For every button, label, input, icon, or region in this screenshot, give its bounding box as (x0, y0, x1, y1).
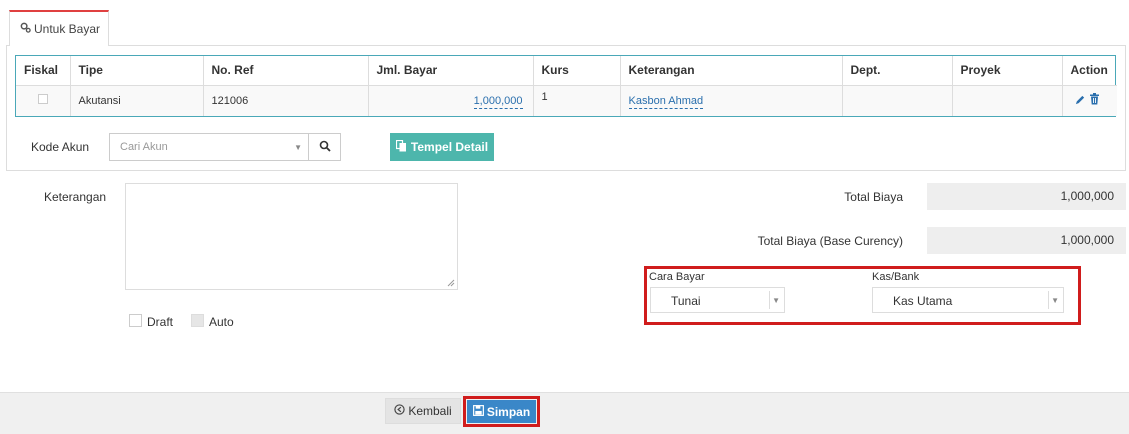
gears-icon (20, 22, 31, 36)
cell-kurs: 1 (533, 85, 621, 116)
col-fiskal: Fiskal (16, 56, 71, 86)
search-button[interactable] (308, 133, 341, 161)
caret-down-icon: ▼ (294, 143, 302, 152)
tempel-detail-button[interactable]: Tempel Detail (390, 133, 494, 161)
caret-down-icon: ▼ (772, 296, 780, 305)
search-icon (319, 140, 331, 155)
cara-bayar-label: Cara Bayar (649, 271, 705, 283)
col-proyek: Proyek (952, 56, 1063, 86)
col-tipe: Tipe (70, 56, 204, 86)
kas-bank-value: Kas Utama (893, 294, 953, 308)
detail-table: Fiskal Tipe No. Ref Jml. Bayar Kurs Kete… (15, 55, 1117, 117)
cell-dept (842, 85, 953, 116)
total-biaya-base-label: Total Biaya (Base Curency) (757, 234, 903, 248)
copy-icon (395, 139, 407, 155)
table-header-row: Fiskal Tipe No. Ref Jml. Bayar Kurs Kete… (16, 56, 1117, 86)
resize-handle-icon[interactable] (447, 279, 455, 287)
kode-akun-placeholder: Cari Akun (120, 141, 168, 153)
col-action: Action (1062, 56, 1117, 86)
kembali-label: Kembali (408, 404, 452, 418)
save-icon (472, 404, 484, 419)
col-dept: Dept. (842, 56, 953, 86)
simpan-button[interactable]: Simpan (467, 400, 536, 423)
page: Untuk Bayar Fiskal Tipe No. Ref Jml. Bay… (0, 0, 1129, 434)
select-divider (769, 291, 770, 309)
table-row: Akutansi 121006 1,000,000 1 Kasbon Ahmad (16, 85, 1117, 116)
edit-icon[interactable] (1075, 94, 1086, 108)
back-circle-icon (394, 404, 405, 418)
auto-checkbox[interactable] (191, 314, 204, 327)
tab-untuk-bayar[interactable]: Untuk Bayar (9, 10, 109, 46)
fiskal-checkbox[interactable] (37, 94, 48, 105)
tempel-detail-label: Tempel Detail (410, 140, 489, 154)
total-biaya-label: Total Biaya (844, 190, 903, 204)
cell-no-ref: 121006 (203, 85, 369, 116)
keterangan-textarea[interactable] (125, 183, 458, 290)
total-biaya-value: 1,000,000 (927, 183, 1126, 210)
kas-bank-label: Kas/Bank (872, 271, 920, 283)
cell-proyek (952, 85, 1063, 116)
cara-bayar-select[interactable]: Tunai ▼ (650, 287, 785, 313)
cell-tipe: Akutansi (70, 85, 204, 116)
tab-label: Untuk Bayar (34, 22, 101, 36)
col-jml-bayar: Jml. Bayar (368, 56, 534, 86)
kode-akun-select[interactable]: Cari Akun ▼ (109, 133, 309, 161)
kas-bank-select[interactable]: Kas Utama ▼ (872, 287, 1064, 313)
draft-checkbox[interactable] (129, 314, 142, 327)
cell-jml-bayar[interactable]: 1,000,000 (473, 94, 523, 109)
col-no-ref: No. Ref (203, 56, 369, 86)
footer-bar (0, 392, 1129, 434)
keterangan-label: Keterangan (44, 190, 107, 204)
simpan-label: Simpan (486, 404, 531, 419)
draft-label: Draft (147, 315, 174, 329)
kembali-button[interactable]: Kembali (385, 398, 461, 424)
col-keterangan: Keterangan (620, 56, 843, 86)
total-biaya-base-value: 1,000,000 (927, 227, 1126, 254)
cara-bayar-value: Tunai (671, 294, 701, 308)
cell-keterangan[interactable]: Kasbon Ahmad (628, 94, 704, 109)
trash-icon[interactable] (1089, 93, 1100, 108)
kode-akun-label: Kode Akun (31, 140, 90, 154)
col-kurs: Kurs (533, 56, 621, 86)
caret-down-icon: ▼ (1051, 296, 1059, 305)
select-divider (1048, 291, 1049, 309)
auto-label: Auto (209, 315, 234, 329)
